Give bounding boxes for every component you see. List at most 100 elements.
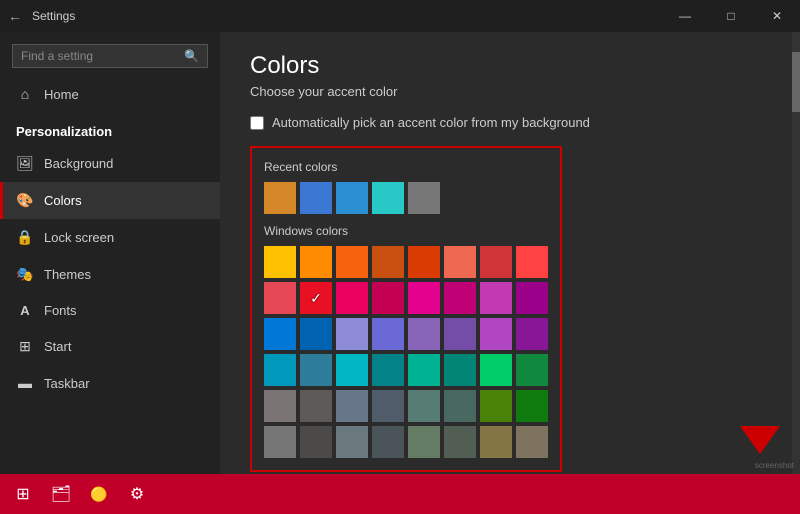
windows-color-swatch[interactable] xyxy=(264,426,296,458)
windows-color-swatch[interactable] xyxy=(408,354,440,386)
app-layout: 🔍 ⌂ Home Personalization 🖼 Background 🎨 … xyxy=(0,32,800,474)
windows-color-swatch[interactable] xyxy=(300,354,332,386)
sidebar-item-lockscreen[interactable]: 🔒 Lock screen xyxy=(0,219,220,256)
recent-colors-row xyxy=(264,182,548,214)
color-picker-box: Recent colors Windows colors xyxy=(250,146,562,472)
windows-color-swatch[interactable] xyxy=(300,246,332,278)
windows-color-swatch[interactable] xyxy=(336,246,368,278)
windows-color-swatch[interactable] xyxy=(264,246,296,278)
windows-color-swatch[interactable] xyxy=(300,426,332,458)
windows-color-swatch[interactable] xyxy=(444,318,476,350)
windows-color-swatch[interactable] xyxy=(444,282,476,314)
windows-color-swatch[interactable] xyxy=(336,426,368,458)
windows-color-swatch[interactable] xyxy=(336,282,368,314)
windows-color-swatch[interactable] xyxy=(444,246,476,278)
recent-color-swatch[interactable] xyxy=(300,182,332,214)
sidebar-label-taskbar: Taskbar xyxy=(44,376,90,391)
windows-color-swatch[interactable] xyxy=(444,354,476,386)
lockscreen-icon: 🔒 xyxy=(16,229,34,246)
windows-colors-label: Windows colors xyxy=(264,224,548,238)
windows-color-swatch[interactable] xyxy=(480,390,512,422)
recent-colors-label: Recent colors xyxy=(264,160,548,174)
windows-color-swatch[interactable] xyxy=(372,390,404,422)
recent-color-swatch[interactable] xyxy=(264,182,296,214)
windows-color-swatch[interactable] xyxy=(300,282,332,314)
auto-accent-row: Automatically pick an accent color from … xyxy=(250,115,770,130)
windows-color-swatch[interactable] xyxy=(516,282,548,314)
windows-color-swatch[interactable] xyxy=(264,282,296,314)
windows-color-swatch[interactable] xyxy=(480,282,512,314)
search-icon: 🔍 xyxy=(184,49,199,63)
home-icon: ⌂ xyxy=(16,86,34,102)
windows-color-swatch[interactable] xyxy=(336,318,368,350)
windows-color-swatch[interactable] xyxy=(336,390,368,422)
windows-color-swatch[interactable] xyxy=(408,246,440,278)
background-icon: 🖼 xyxy=(16,155,34,172)
scrollbar[interactable] xyxy=(792,32,800,474)
sidebar-item-fonts[interactable]: A Fonts xyxy=(0,293,220,328)
windows-color-swatch[interactable] xyxy=(372,318,404,350)
back-button[interactable]: ← xyxy=(8,8,22,24)
arrow-down-icon xyxy=(740,426,780,454)
sidebar-item-themes[interactable]: 🎭 Themes xyxy=(0,256,220,293)
windows-color-swatch[interactable] xyxy=(480,318,512,350)
titlebar: ← Settings — □ ✕ xyxy=(0,0,800,32)
sidebar-label-background: Background xyxy=(44,156,113,171)
start-icon: ⊞ xyxy=(16,338,34,355)
sidebar-label-home: Home xyxy=(44,87,79,102)
windows-color-swatch[interactable] xyxy=(372,354,404,386)
windows-color-swatch[interactable] xyxy=(516,426,548,458)
windows-color-swatch[interactable] xyxy=(264,318,296,350)
page-subtitle: Choose your accent color xyxy=(250,84,770,99)
taskbar-bar: ⊞ 🗂 🟡 ⚙ xyxy=(0,474,800,514)
windows-color-swatch[interactable] xyxy=(408,426,440,458)
windows-color-swatch[interactable] xyxy=(480,246,512,278)
windows-color-swatch[interactable] xyxy=(516,318,548,350)
titlebar-title: Settings xyxy=(32,9,75,23)
recent-color-swatch[interactable] xyxy=(408,182,440,214)
auto-accent-checkbox[interactable] xyxy=(250,116,264,130)
taskbar-settings-icon[interactable]: ⚙ xyxy=(122,479,152,509)
windows-color-swatch[interactable] xyxy=(408,282,440,314)
content-area: Colors Choose your accent color Automati… xyxy=(220,32,800,474)
close-button[interactable]: ✕ xyxy=(754,0,800,32)
taskbar-start-icon[interactable]: ⊞ xyxy=(8,479,38,509)
windows-color-swatch[interactable] xyxy=(264,354,296,386)
recent-color-swatch[interactable] xyxy=(372,182,404,214)
windows-color-swatch[interactable] xyxy=(408,390,440,422)
windows-color-swatch[interactable] xyxy=(264,390,296,422)
search-input[interactable] xyxy=(21,49,184,63)
windows-color-swatch[interactable] xyxy=(300,390,332,422)
colors-icon: 🎨 xyxy=(16,192,34,209)
windows-color-swatch[interactable] xyxy=(300,318,332,350)
sidebar-item-background[interactable]: 🖼 Background xyxy=(0,145,220,182)
windows-color-swatch[interactable] xyxy=(372,426,404,458)
windows-color-swatch[interactable] xyxy=(516,390,548,422)
windows-color-swatch[interactable] xyxy=(372,246,404,278)
taskbar-files-icon[interactable]: 🗂 xyxy=(46,479,76,509)
windows-colors-grid xyxy=(264,246,548,458)
windows-color-swatch[interactable] xyxy=(408,318,440,350)
minimize-button[interactable]: — xyxy=(662,0,708,32)
sidebar-item-start[interactable]: ⊞ Start xyxy=(0,328,220,365)
themes-icon: 🎭 xyxy=(16,266,34,283)
windows-color-swatch[interactable] xyxy=(444,390,476,422)
window-controls: — □ ✕ xyxy=(662,0,800,32)
windows-color-swatch[interactable] xyxy=(480,426,512,458)
sidebar-item-colors[interactable]: 🎨 Colors xyxy=(0,182,220,219)
windows-color-swatch[interactable] xyxy=(444,426,476,458)
sidebar-section: Personalization xyxy=(0,112,220,145)
windows-color-swatch[interactable] xyxy=(336,354,368,386)
windows-color-swatch[interactable] xyxy=(516,246,548,278)
recent-color-swatch[interactable] xyxy=(336,182,368,214)
windows-color-swatch[interactable] xyxy=(516,354,548,386)
windows-color-swatch[interactable] xyxy=(480,354,512,386)
sidebar-item-taskbar[interactable]: ▬ Taskbar xyxy=(0,365,220,401)
fonts-icon: A xyxy=(16,303,34,318)
sidebar-label-lockscreen: Lock screen xyxy=(44,230,114,245)
search-box[interactable]: 🔍 xyxy=(12,44,208,68)
maximize-button[interactable]: □ xyxy=(708,0,754,32)
taskbar-app1-icon[interactable]: 🟡 xyxy=(84,479,114,509)
sidebar-item-home[interactable]: ⌂ Home xyxy=(0,76,220,112)
windows-color-swatch[interactable] xyxy=(372,282,404,314)
